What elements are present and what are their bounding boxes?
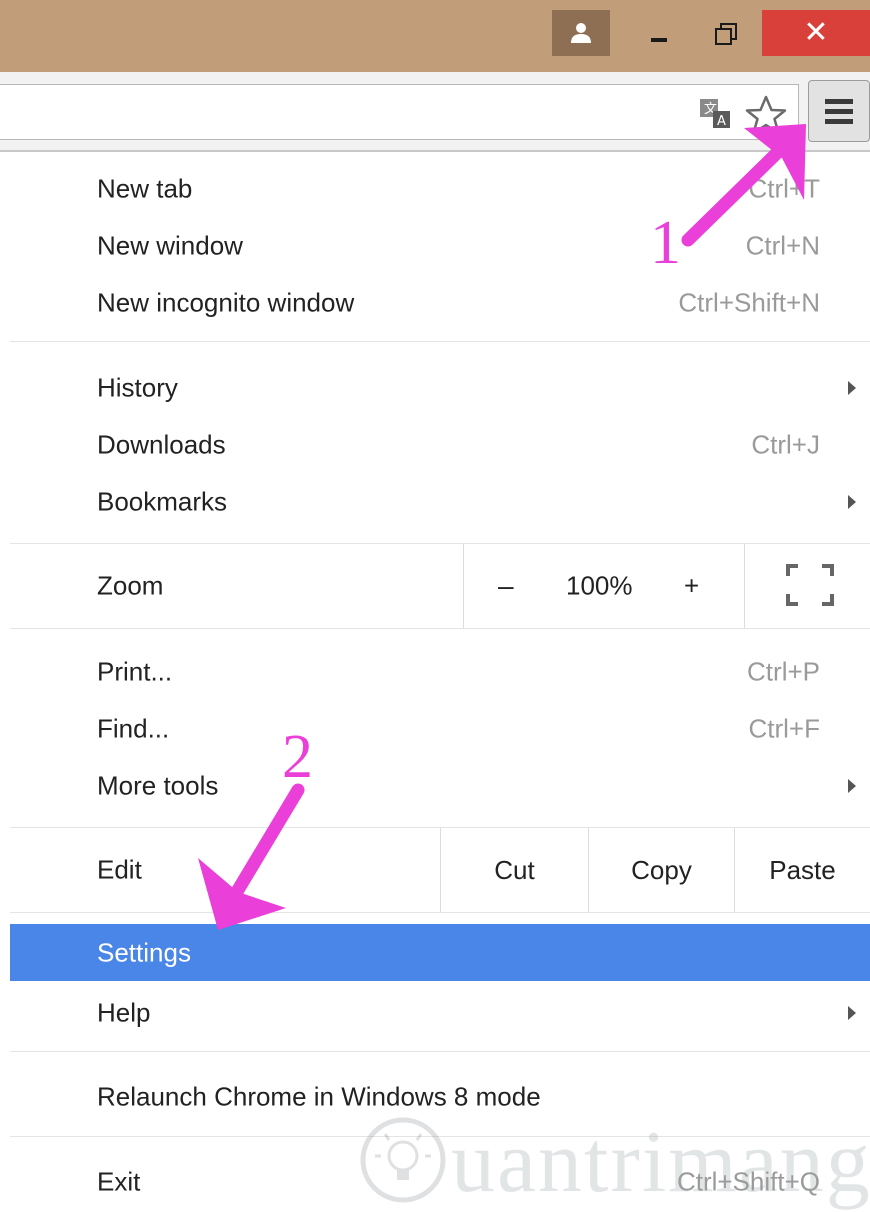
menu-item-label: New window	[97, 230, 243, 260]
menu-separator	[10, 912, 870, 913]
menu-item-shortcut: Ctrl+T	[748, 173, 821, 203]
zoom-level: 100%	[566, 570, 633, 601]
zoom-controls: – 100% +	[463, 544, 745, 628]
address-bar[interactable]: 文 A	[0, 84, 799, 140]
hamburger-bar	[825, 108, 853, 114]
menu-separator	[10, 341, 870, 342]
copy-button[interactable]: Copy	[588, 828, 734, 912]
close-icon: ✕	[803, 16, 829, 49]
zoom-out-button[interactable]: –	[498, 570, 514, 602]
hamburger-bar	[825, 118, 853, 124]
menu-item-label: New tab	[97, 173, 193, 203]
chrome-main-menu: New tab Ctrl+T New window Ctrl+N New inc…	[10, 152, 870, 1212]
menu-item-label: New incognito window	[97, 287, 355, 317]
menu-item-label: Find...	[97, 713, 170, 743]
step-2-label: 2	[282, 723, 313, 791]
submenu-arrow-icon	[848, 1005, 856, 1020]
watermark-logo: uantrimang	[355, 1108, 870, 1212]
menu-item-new-window[interactable]: New window Ctrl+N	[10, 217, 870, 274]
zoom-in-button[interactable]: +	[684, 571, 699, 602]
user-profile-button[interactable]	[552, 10, 610, 56]
menu-item-shortcut: Ctrl+N	[745, 230, 820, 260]
menu-item-shortcut: Ctrl+J	[751, 429, 820, 459]
menu-item-label: Settings	[97, 937, 191, 967]
minimize-icon	[651, 38, 667, 42]
lightbulb-icon	[360, 1117, 446, 1203]
user-icon	[571, 23, 591, 43]
menu-item-shortcut: Ctrl+F	[748, 713, 821, 743]
menu-item-label: More tools	[97, 770, 219, 800]
menu-item-find[interactable]: Find... Ctrl+F	[10, 700, 870, 757]
menu-item-new-tab[interactable]: New tab Ctrl+T	[10, 160, 870, 217]
restore-icon	[715, 23, 737, 45]
menu-separator	[10, 628, 870, 629]
paste-button[interactable]: Paste	[734, 828, 870, 912]
menu-item-help[interactable]: Help	[10, 984, 870, 1041]
bookmark-star-icon[interactable]	[744, 95, 788, 135]
menu-item-label: History	[97, 372, 178, 402]
menu-item-settings[interactable]: Settings	[10, 924, 870, 981]
restore-button[interactable]	[696, 10, 754, 56]
browser-toolbar: 文 A	[0, 72, 870, 152]
step-1-label: 1	[650, 209, 681, 277]
close-button[interactable]: ✕	[762, 10, 870, 56]
browser-screenshot: ✕ 文 A New tab Ctrl+T New window Ctrl+N N…	[0, 0, 870, 1212]
menu-item-label: Print...	[97, 656, 173, 686]
menu-item-bookmarks[interactable]: Bookmarks	[10, 473, 870, 530]
watermark-text: uantrimang	[451, 1114, 870, 1211]
chrome-menu-button[interactable]	[808, 80, 870, 142]
zoom-label: Zoom	[97, 570, 164, 601]
edit-label: Edit	[97, 854, 142, 885]
window-titlebar: ✕	[0, 0, 870, 73]
menu-item-history[interactable]: History	[10, 359, 870, 416]
menu-item-shortcut: Ctrl+P	[747, 656, 820, 686]
svg-text:A: A	[717, 114, 726, 129]
minimize-button[interactable]	[630, 10, 688, 56]
menu-item-print[interactable]: Print... Ctrl+P	[10, 643, 870, 700]
zoom-row: Zoom – 100% +	[10, 544, 870, 628]
menu-item-more-tools[interactable]: More tools	[10, 757, 870, 814]
menu-item-new-incognito-window[interactable]: New incognito window Ctrl+Shift+N	[10, 274, 870, 331]
menu-item-label: Exit	[97, 1166, 141, 1196]
hamburger-menu-icon	[825, 98, 853, 104]
fullscreen-icon[interactable]	[786, 564, 834, 606]
translate-icon[interactable]: 文 A	[700, 99, 732, 129]
menu-item-label: Help	[97, 997, 151, 1027]
menu-item-shortcut: Ctrl+Shift+N	[678, 287, 820, 317]
menu-item-label: Downloads	[97, 429, 226, 459]
submenu-arrow-icon	[848, 778, 856, 793]
menu-separator	[10, 1051, 870, 1052]
edit-row: Edit Cut Copy Paste	[10, 828, 870, 912]
cut-button[interactable]: Cut	[440, 828, 588, 912]
submenu-arrow-icon	[848, 494, 856, 509]
menu-item-downloads[interactable]: Downloads Ctrl+J	[10, 416, 870, 473]
submenu-arrow-icon	[848, 380, 856, 395]
menu-item-label: Bookmarks	[97, 486, 228, 516]
